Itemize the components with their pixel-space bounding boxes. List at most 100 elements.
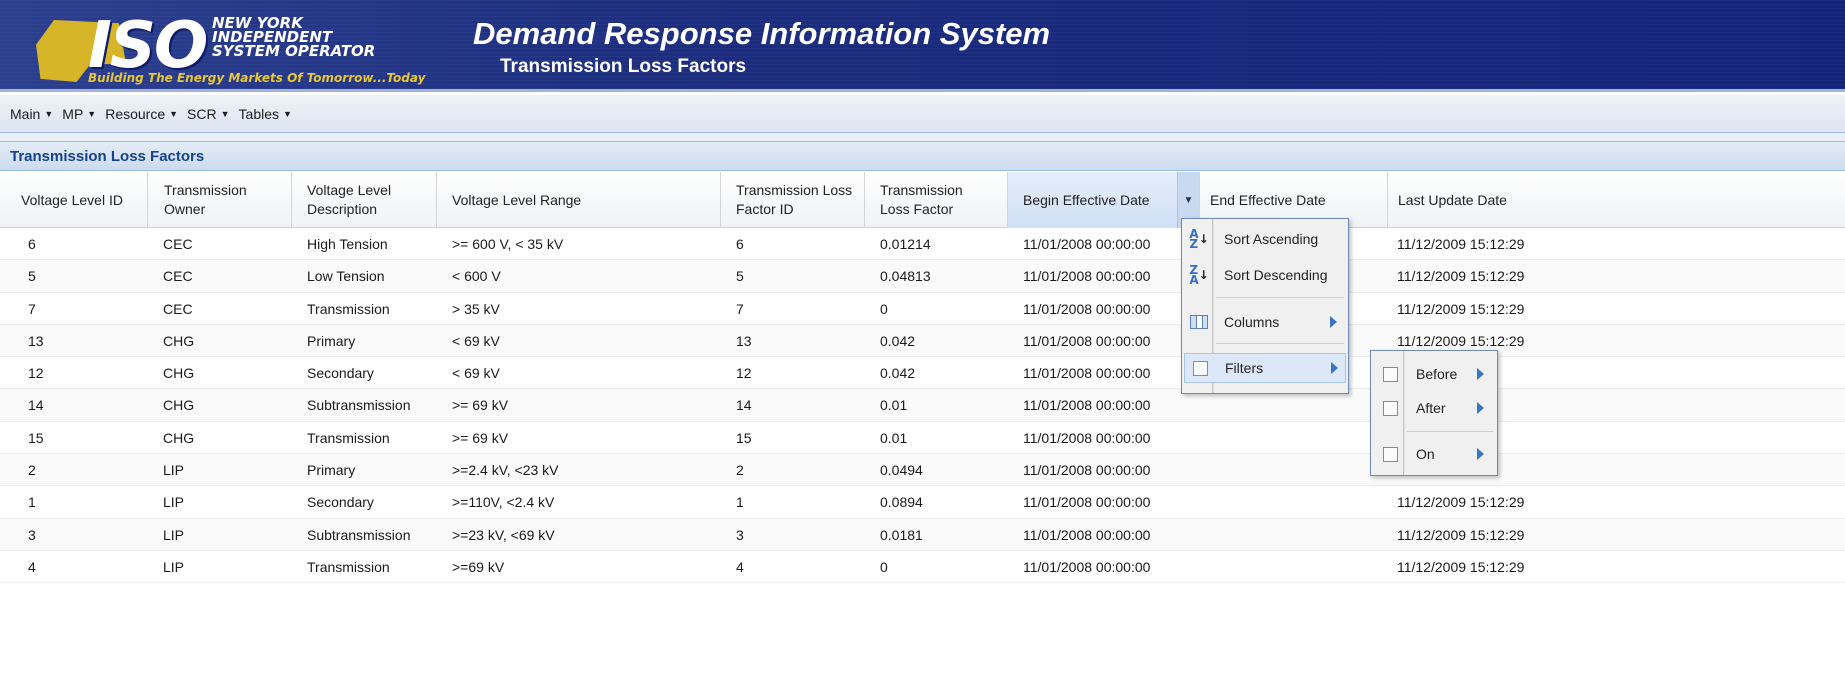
cell-voltage-level-description: High Tension: [307, 236, 388, 252]
menu-tables[interactable]: Tables ▼: [239, 106, 292, 122]
nyiso-logo[interactable]: ISO NEW YORK INDEPENDENT SYSTEM OPERATOR…: [22, 8, 452, 88]
filters-submenu: Before After On: [1370, 350, 1498, 476]
cell-transmission-owner: CEC: [163, 236, 193, 252]
cell-transmission-owner: LIP: [163, 558, 185, 575]
table-row[interactable]: 15 CHG Transmission >= 69 kV 15 0.01 11/01/200…: [0, 422, 1845, 455]
column-header-last-update-date[interactable]: Last Update Date: [1388, 172, 1845, 228]
table-row[interactable]: 1 LIP Secondary >=110V, <2.4 kV 1 0.0894 11/01…: [0, 486, 1845, 519]
columns-label: Columns: [1224, 314, 1280, 330]
cell-begin-effective-date: 11/01/2008 00:00:00: [1023, 236, 1151, 252]
cell-end-effective-date: [1199, 519, 1207, 551]
cell-voltage-level-description: Transmission: [307, 300, 390, 317]
filters-checkbox[interactable]: [1191, 359, 1209, 377]
table-row[interactable]: 7 CEC Transmission > 35 kV 7 0 11/01/2008 00:0…: [0, 293, 1845, 325]
sort-ascending-label: Sort Ascending: [1224, 231, 1319, 247]
submenu-arrow-icon: [1331, 362, 1338, 374]
main-menubar: Main ▼ MP ▼ Resource ▼ SCR ▼ Tables ▼: [0, 95, 1845, 133]
column-header-voltage-level-id[interactable]: Voltage Level ID: [0, 172, 148, 228]
cell-begin-effective-date: 11/01/2008 00:00:00: [1023, 268, 1151, 285]
table-row[interactable]: 3 LIP Subtransmission >=23 kV, <69 kV 3 0.018…: [0, 518, 1845, 551]
panel-header: Transmission Loss Factors: [0, 141, 1845, 171]
cell-transmission-owner: CHG: [163, 429, 195, 446]
column-header-label: Transmission Loss Factor: [880, 182, 963, 217]
cell-last-update-date: 11/12/2009 15:12:29: [1397, 558, 1525, 575]
chevron-down-icon: ▼: [1183, 194, 1194, 206]
menu-resource-label: Resource: [105, 105, 166, 122]
cell-voltage-level-range: >=23 kV, <69 kV: [452, 526, 555, 543]
column-header-transmission-owner[interactable]: Transmission Owner: [148, 172, 292, 228]
logo-org-line3: SYSTEM OPERATOR: [212, 42, 376, 60]
panel-title: Transmission Loss Factors: [10, 147, 205, 165]
cell-voltage-level-range: > 35 kV: [452, 300, 500, 317]
cell-voltage-level-description: Subtransmission: [307, 397, 411, 414]
cell-voltage-level-id: 4: [28, 558, 36, 575]
cell-tlf: 0.0181: [880, 526, 923, 543]
column-header-voltage-level-range[interactable]: Voltage Level Range: [437, 172, 721, 228]
table-row[interactable]: 6 CEC High Tension >= 600 V, < 35 kV 6 0.0121…: [0, 228, 1845, 261]
column-header-label: Voltage Level Description: [307, 182, 392, 217]
cell-begin-effective-date: 11/01/2008 00:00:00: [1023, 397, 1151, 414]
column-header-tlf[interactable]: Transmission Loss Factor: [865, 172, 1008, 228]
filter-before-checkbox[interactable]: [1381, 365, 1399, 383]
column-header-tlf-id[interactable]: Transmission Loss Factor ID: [721, 172, 865, 228]
caret-down-icon: ▼: [283, 108, 292, 119]
caret-down-icon: ▼: [44, 108, 54, 119]
menu-scr[interactable]: SCR ▼: [187, 106, 229, 122]
menu-main-label: Main: [10, 105, 41, 122]
column-header-label: End Effective Date: [1210, 191, 1326, 208]
table-row[interactable]: 13 CHG Primary < 69 kV 13 0.042 11/01/2008 00:…: [0, 324, 1845, 358]
table-row[interactable]: 14 CHG Subtransmission >= 69 kV 14 0.01 11/01/…: [0, 389, 1845, 422]
table-row[interactable]: 12 CHG Secondary < 69 kV 12 0.042 11/01/2008 0…: [0, 357, 1845, 390]
menu-separator: [1216, 343, 1344, 344]
cell-tlf-id: 7: [736, 300, 744, 317]
grid-header: Voltage Level ID Transmission Owner Volt…: [0, 172, 1845, 228]
logo-tagline: Building The Energy Markets Of Tomorrow.…: [88, 71, 426, 85]
column-header-begin-effective-date[interactable]: Begin Effective Date ▼: [1008, 172, 1200, 228]
cell-end-effective-date: [1199, 389, 1207, 421]
cell-tlf-id: 2: [736, 462, 744, 479]
column-header-voltage-level-description[interactable]: Voltage Level Description: [292, 172, 437, 228]
cell-transmission-owner: CHG: [163, 365, 195, 382]
sort-descending-label: Sort Descending: [1224, 267, 1328, 283]
menu-resource[interactable]: Resource ▼: [105, 106, 178, 122]
filter-before-item[interactable]: Before: [1371, 359, 1497, 389]
caret-down-icon: ▼: [87, 108, 97, 119]
cell-tlf: 0.01: [880, 397, 908, 414]
cell-end-effective-date: [1199, 486, 1207, 518]
menu-mp[interactable]: MP ▼: [62, 106, 96, 122]
filter-after-checkbox[interactable]: [1381, 399, 1399, 417]
cell-voltage-level-range: < 69 kV: [452, 332, 500, 349]
cell-transmission-owner: CEC: [163, 300, 193, 317]
cell-begin-effective-date: 11/01/2008 00:00:00: [1023, 365, 1151, 382]
submenu-arrow-icon: [1477, 402, 1484, 414]
menu-main[interactable]: Main ▼: [10, 106, 53, 122]
submenu-arrow-icon: [1477, 368, 1484, 380]
table-row[interactable]: 4 LIP Transmission >=69 kV 4 0 11/01/2008 00:0…: [0, 551, 1845, 584]
cell-tlf: 0.0494: [880, 462, 923, 479]
filter-on-item[interactable]: On: [1371, 439, 1497, 469]
cell-voltage-level-description: Secondary: [307, 365, 374, 382]
page-subtitle: Transmission Loss Factors: [500, 56, 747, 77]
columns-item[interactable]: Columns: [1182, 307, 1348, 337]
cell-tlf-id: 12: [736, 365, 752, 382]
filter-on-checkbox[interactable]: [1381, 445, 1399, 463]
columns-icon: [1190, 313, 1208, 331]
cell-begin-effective-date: 11/01/2008 00:00:00: [1023, 300, 1151, 317]
filters-item[interactable]: Filters: [1184, 353, 1346, 383]
cell-voltage-level-description: Secondary: [307, 494, 374, 511]
column-menu: A Z ↓ Sort Ascending Z A ↓ Sort Descending C…: [1181, 218, 1349, 394]
cell-voltage-level-id: 2: [28, 462, 36, 479]
cell-last-update-date: 11/12/2009 15:12:29: [1397, 300, 1525, 317]
cell-last-update-date: 11/12/2009 15:12:29: [1397, 236, 1525, 252]
table-row[interactable]: 5 CEC Low Tension < 600 V 5 0.04813 11/01/2008…: [0, 260, 1845, 293]
cell-begin-effective-date: 11/01/2008 00:00:00: [1023, 494, 1151, 511]
logo-org-name: NEW YORK INDEPENDENT SYSTEM OPERATOR: [212, 16, 376, 60]
filter-after-item[interactable]: After: [1371, 393, 1497, 423]
cell-end-effective-date: [1199, 422, 1207, 454]
cell-end-effective-date: [1199, 454, 1207, 486]
table-row[interactable]: 2 LIP Primary >=2.4 kV, <23 kV 2 0.0494 11/01/…: [0, 454, 1845, 487]
cell-end-effective-date: [1199, 551, 1207, 583]
filter-before-label: Before: [1416, 366, 1458, 382]
sort-descending-item[interactable]: Z A ↓ Sort Descending: [1182, 260, 1348, 290]
sort-ascending-item[interactable]: A Z ↓ Sort Ascending: [1182, 224, 1348, 254]
